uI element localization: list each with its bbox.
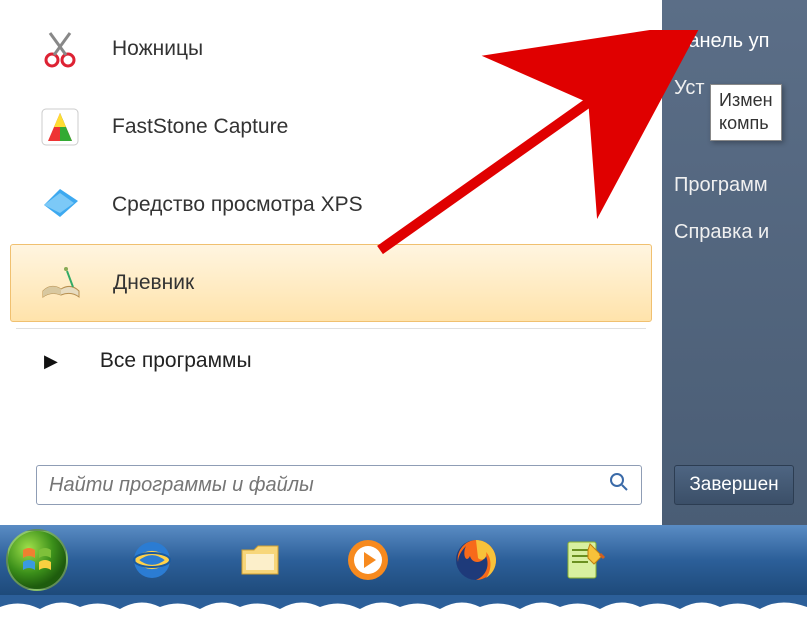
notepadpp-icon [560,536,608,584]
scissors-icon [36,25,84,73]
shutdown-button[interactable]: Завершен [674,465,794,505]
program-item-faststone[interactable]: FastStone Capture [0,88,662,166]
search-input[interactable] [49,474,609,497]
search-icon [609,472,629,498]
start-menu: Ножницы FastStone Capture Средство п [0,0,807,525]
taskbar-item-ie[interactable] [116,531,188,589]
windows-logo-icon [17,540,57,580]
program-item-xps-viewer[interactable]: Средство просмотра XPS [0,166,662,244]
start-button[interactable] [6,529,68,591]
all-programs-label: Все программы [100,349,252,373]
taskbar-item-wmp[interactable] [332,531,404,589]
program-label: Средство просмотра XPS [112,193,363,217]
program-label: FastStone Capture [112,115,288,139]
taskbar-item-firefox[interactable] [440,531,512,589]
media-player-icon [344,536,392,584]
start-menu-right-pane: Панель уп Уст Измен компь Программ Справ… [662,0,807,525]
separator [16,328,646,329]
right-item-help[interactable]: Справка и [674,209,807,256]
journal-icon [37,259,85,307]
tooltip: Измен компь [710,84,782,141]
ie-icon [128,536,176,584]
program-label: Ножницы [112,37,203,61]
taskbar [0,525,807,595]
arrow-right-icon: ▶ [44,351,58,372]
folder-icon [236,536,284,584]
program-item-journal[interactable]: Дневник [10,244,652,322]
search-row [0,455,662,515]
right-item-control-panel[interactable]: Панель уп [674,18,807,65]
taskbar-item-notepadpp[interactable] [548,531,620,589]
xps-icon [36,181,84,229]
all-programs-button[interactable]: ▶ Все программы [0,335,662,387]
firefox-icon [452,536,500,584]
start-menu-left-pane: Ножницы FastStone Capture Средство п [0,0,662,525]
search-box[interactable] [36,465,642,505]
program-label: Дневник [113,271,194,295]
program-item-snipping-tool[interactable]: Ножницы [0,10,662,88]
right-item-default-programs[interactable]: Программ [674,162,807,209]
taskbar-item-explorer[interactable] [224,531,296,589]
tooltip-line2: компь [719,112,773,135]
tooltip-line1: Измен [719,89,773,112]
torn-edge [0,595,807,625]
faststone-icon [36,103,84,151]
